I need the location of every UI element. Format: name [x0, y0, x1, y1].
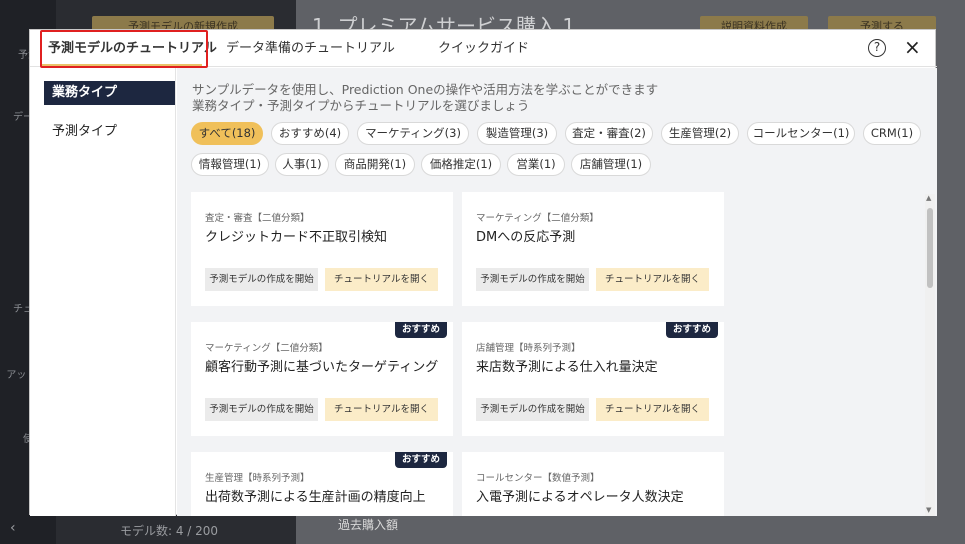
start-model-button[interactable]: 予測モデルの作成を開始 [476, 398, 589, 421]
open-tutorial-button[interactable]: チュートリアルを開く [325, 268, 438, 291]
description-line: サンプルデータを使用し、Prediction Oneの操作や活用方法を学ぶことが… [192, 82, 659, 97]
card-title: 入電予測によるオペレータ人数決定 [476, 490, 684, 505]
close-icon[interactable]: × [904, 36, 921, 58]
card-title: 来店数予測による仕入れ量決定 [476, 360, 658, 375]
scroll-up-icon[interactable]: ▲ [926, 194, 931, 202]
tab-bar: 予測モデルのチュートリアル データ準備のチュートリアル クイックガイド ? × [30, 30, 937, 68]
card-title: DMへの反応予測 [476, 230, 576, 245]
sidebar-item-prediction-type[interactable]: 予測タイプ [44, 120, 175, 144]
sidebar-item-business-type[interactable]: 業務タイプ [44, 81, 175, 105]
footer-field-label: 過去購入額 [338, 518, 399, 532]
collapse-chevron-icon[interactable]: ‹ [10, 520, 16, 536]
filter-chip[interactable]: 人事(1) [275, 153, 329, 176]
filter-chip[interactable]: 店舗管理(1) [571, 153, 651, 176]
card-title: 出荷数予測による生産計画の精度向上 [205, 490, 426, 505]
filter-chip[interactable]: 価格推定(1) [421, 153, 501, 176]
open-tutorial-button[interactable]: チュートリアルを開く [596, 398, 709, 421]
filter-chip[interactable]: 製造管理(3) [477, 122, 557, 145]
filter-chip[interactable]: CRM(1) [863, 122, 921, 145]
tutorial-card: マーケティング【二値分類】 DMへの反応予測 予測モデルの作成を開始 チュートリ… [462, 192, 724, 306]
tab-data-tutorial[interactable]: データ準備のチュートリアル [226, 30, 395, 67]
recommended-badge: おすすめ [395, 452, 447, 468]
scroll-thumb[interactable] [927, 208, 933, 288]
category-sidebar: 業務タイプ 予測タイプ [30, 68, 176, 516]
open-tutorial-button[interactable]: チュートリアルを開く [596, 268, 709, 291]
card-category: 査定・審査【二値分類】 [205, 213, 310, 224]
description-line: 業務タイプ・予測タイプからチュートリアルを選びましょう [192, 98, 530, 113]
card-title: 顧客行動予測に基づいたターゲティング [205, 360, 439, 375]
start-model-button[interactable]: 予測モデルの作成を開始 [476, 268, 589, 291]
card-category: コールセンター【数値予測】 [476, 473, 600, 484]
description: サンプルデータを使用し、Prediction Oneの操作や活用方法を学ぶことが… [192, 82, 658, 114]
tutorial-card: おすすめ マーケティング【二値分類】 顧客行動予測に基づいたターゲティング 予測… [191, 322, 453, 436]
tutorial-card: 査定・審査【二値分類】 クレジットカード不正取引検知 予測モデルの作成を開始 チ… [191, 192, 453, 306]
tutorial-card: おすすめ 生産管理【時系列予測】 出荷数予測による生産計画の精度向上 [191, 452, 453, 516]
filter-chip[interactable]: 商品開発(1) [335, 153, 415, 176]
tutorial-dialog: 予測モデルのチュートリアル データ準備のチュートリアル クイックガイド ? × … [29, 29, 937, 516]
filter-chip[interactable]: コールセンター(1) [747, 122, 855, 145]
card-category: 店舗管理【時系列予測】 [476, 343, 581, 354]
filter-chip[interactable]: すべて(18) [191, 122, 263, 145]
open-tutorial-button[interactable]: チュートリアルを開く [325, 398, 438, 421]
card-category: 生産管理【時系列予測】 [205, 473, 310, 484]
recommended-badge: おすすめ [666, 322, 718, 338]
card-category: マーケティング【二値分類】 [205, 343, 328, 354]
filter-chip[interactable]: 営業(1) [507, 153, 565, 176]
tutorial-card: コールセンター【数値予測】 入電予測によるオペレータ人数決定 [462, 452, 724, 516]
filter-chip[interactable]: おすすめ(4) [271, 122, 349, 145]
model-count: モデル数: 4 / 200 [120, 524, 219, 538]
help-icon[interactable]: ? [868, 39, 886, 57]
start-model-button[interactable]: 予測モデルの作成を開始 [205, 268, 318, 291]
tutorial-content: サンプルデータを使用し、Prediction Oneの操作や活用方法を学ぶことが… [177, 68, 937, 516]
filter-chip[interactable]: 生産管理(2) [661, 122, 739, 145]
annotation-highlight-box [40, 30, 208, 68]
scrollbar[interactable]: ▲ ▼ [925, 194, 935, 516]
filter-chip[interactable]: 査定・審査(2) [565, 122, 653, 145]
card-title: クレジットカード不正取引検知 [205, 230, 388, 245]
filter-chip[interactable]: マーケティング(3) [357, 122, 469, 145]
recommended-badge: おすすめ [395, 322, 447, 338]
tab-quick-guide[interactable]: クイックガイド [438, 30, 529, 67]
card-category: マーケティング【二値分類】 [476, 213, 599, 224]
tutorial-card: おすすめ 店舗管理【時系列予測】 来店数予測による仕入れ量決定 予測モデルの作成… [462, 322, 724, 436]
filter-chip[interactable]: 情報管理(1) [191, 153, 269, 176]
scroll-down-icon[interactable]: ▼ [926, 506, 931, 514]
start-model-button[interactable]: 予測モデルの作成を開始 [205, 398, 318, 421]
